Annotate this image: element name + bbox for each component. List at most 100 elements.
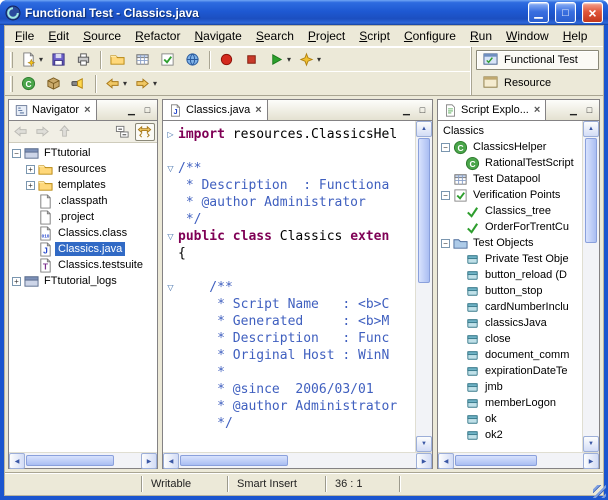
globe-button[interactable] [181,50,205,70]
forward-button[interactable] [131,74,160,94]
title-bar[interactable]: Functional Test - Classics.java [0,0,608,25]
menu-navigate[interactable]: Navigate [187,26,248,46]
script-explorer-tab-close-icon[interactable] [534,104,540,116]
window-resize-grip[interactable] [593,485,606,498]
collapse-icon[interactable] [441,238,450,248]
new-package-button[interactable] [42,74,66,94]
collapse-icon[interactable] [441,142,450,152]
forward-button[interactable] [33,123,53,141]
tree-item-orderfortrentcu[interactable]: OrderForTrentCu [438,219,582,235]
collapse-icon[interactable] [12,148,21,158]
editor-vertical-scrollbar[interactable] [415,121,432,452]
insert-vp-button[interactable] [156,50,180,70]
fold-collapse-icon[interactable] [163,283,178,292]
record-button[interactable] [215,50,239,70]
dropdown-arrow-icon[interactable] [287,55,291,64]
tree-item-test-datapool[interactable]: Test Datapool [438,171,582,187]
tree-item-classics-tree[interactable]: Classics_tree [438,203,582,219]
tree-item-jmb[interactable]: jmb [438,379,582,395]
tree-item-ok2[interactable]: ok2 [438,427,582,443]
tree-item-project[interactable]: .project [9,209,157,225]
tree-item-rationaltestscript[interactable]: C RationalTestScript [438,155,582,171]
scroll-left-icon[interactable] [438,453,454,469]
scrollbar-thumb[interactable] [26,455,114,466]
editor-tab-close-icon[interactable] [255,104,261,116]
editor-maximize-button[interactable] [415,103,430,118]
menu-window[interactable]: Window [499,26,556,46]
scroll-up-icon[interactable] [583,121,599,137]
menu-source[interactable]: Source [76,26,128,46]
menu-script[interactable]: Script [352,26,397,46]
tree-item-verification-points[interactable]: Verification Points [438,187,582,203]
fold-collapse-icon[interactable] [163,164,178,173]
editor-minimize-button[interactable] [399,103,414,118]
script-explorer-tree[interactable]: C ClassicsHelper C RationalTestScript Test D… [438,139,582,443]
save-button[interactable] [47,50,71,70]
menu-help[interactable]: Help [556,26,595,46]
debug-button[interactable] [295,50,324,70]
up-button[interactable] [55,123,75,141]
menu-refactor[interactable]: Refactor [128,26,187,46]
tree-item-classics-testsuite[interactable]: T Classics.testsuite [9,257,157,273]
menu-project[interactable]: Project [301,26,352,46]
tree-item-fttutorial-logs[interactable]: FTtutorial_logs [9,273,157,289]
script-explorer-horizontal-scrollbar[interactable] [438,452,599,469]
editor-horizontal-scrollbar[interactable] [163,452,432,469]
tree-item-memberlogon[interactable]: memberLogon [438,395,582,411]
dropdown-arrow-icon[interactable] [123,79,127,88]
collapse-icon[interactable] [441,190,450,200]
new-wizard-button[interactable] [17,50,46,70]
scroll-up-icon[interactable] [416,121,432,137]
menu-file[interactable]: File [8,26,41,46]
scroll-down-icon[interactable] [583,436,599,452]
script-root-label[interactable]: Classics [438,123,582,139]
fold-expand-icon[interactable] [163,130,178,139]
scrollbar-thumb[interactable] [585,138,597,243]
navigator-tab[interactable]: Navigator [9,100,97,120]
scroll-right-icon[interactable] [141,453,157,469]
code-area[interactable]: import resources.ClassicsHel /** * Descri… [163,121,415,452]
scroll-left-icon[interactable] [163,453,179,469]
tree-item-button-stop[interactable]: button_stop [438,283,582,299]
script-explorer-minimize-button[interactable] [566,103,581,118]
link-editor-button[interactable] [135,122,155,141]
tree-item-expirationdatete[interactable]: expirationDateTe [438,363,582,379]
tree-item-cardnumberinclu[interactable]: cardNumberInclu [438,299,582,315]
new-folder-button[interactable] [106,50,130,70]
tree-item-classicshelper[interactable]: C ClassicsHelper [438,139,582,155]
scrollbar-thumb[interactable] [455,455,537,466]
perspective-resource[interactable]: Resource [476,73,599,93]
script-explorer-maximize-button[interactable] [582,103,597,118]
scrollbar-thumb[interactable] [180,455,288,466]
perspective-functional-test[interactable]: Functional Test [476,49,599,70]
datapool-button[interactable] [131,50,155,70]
dropdown-arrow-icon[interactable] [39,55,43,64]
navigator-maximize-button[interactable] [140,103,155,118]
tree-item-templates[interactable]: templates [9,177,157,193]
script-explorer-vertical-scrollbar[interactable] [582,121,599,452]
back-button[interactable] [101,74,130,94]
expand-icon[interactable] [26,164,35,174]
collapse-all-button[interactable] [113,123,133,141]
print-button[interactable] [72,50,96,70]
tree-item-close[interactable]: close [438,331,582,347]
script-explorer-tab[interactable]: Script Explo... [438,100,547,120]
menu-search[interactable]: Search [249,26,301,46]
expand-icon[interactable] [26,180,35,190]
toolbar-grip[interactable] [10,51,13,68]
menu-configure[interactable]: Configure [397,26,463,46]
menu-edit[interactable]: Edit [41,26,76,46]
back-button[interactable] [11,123,31,141]
tree-item-fttutorial[interactable]: FTtutorial [9,145,157,161]
tree-item-resources[interactable]: resources [9,161,157,177]
navigator-tree[interactable]: FTtutorial resources templates .classpath .p… [9,143,157,452]
editor-tab-classics-java[interactable]: J Classics.java [163,100,268,120]
tree-item-test-objects[interactable]: Test Objects [438,235,582,251]
scroll-down-icon[interactable] [416,436,432,452]
tree-item-private-test-obje[interactable]: Private Test Obje [438,251,582,267]
maximize-button[interactable] [555,2,576,23]
tree-item-button-reload-d[interactable]: button_reload (D [438,267,582,283]
toolbar-grip[interactable] [10,75,13,92]
scrollbar-thumb[interactable] [418,138,430,283]
dropdown-arrow-icon[interactable] [317,55,321,64]
